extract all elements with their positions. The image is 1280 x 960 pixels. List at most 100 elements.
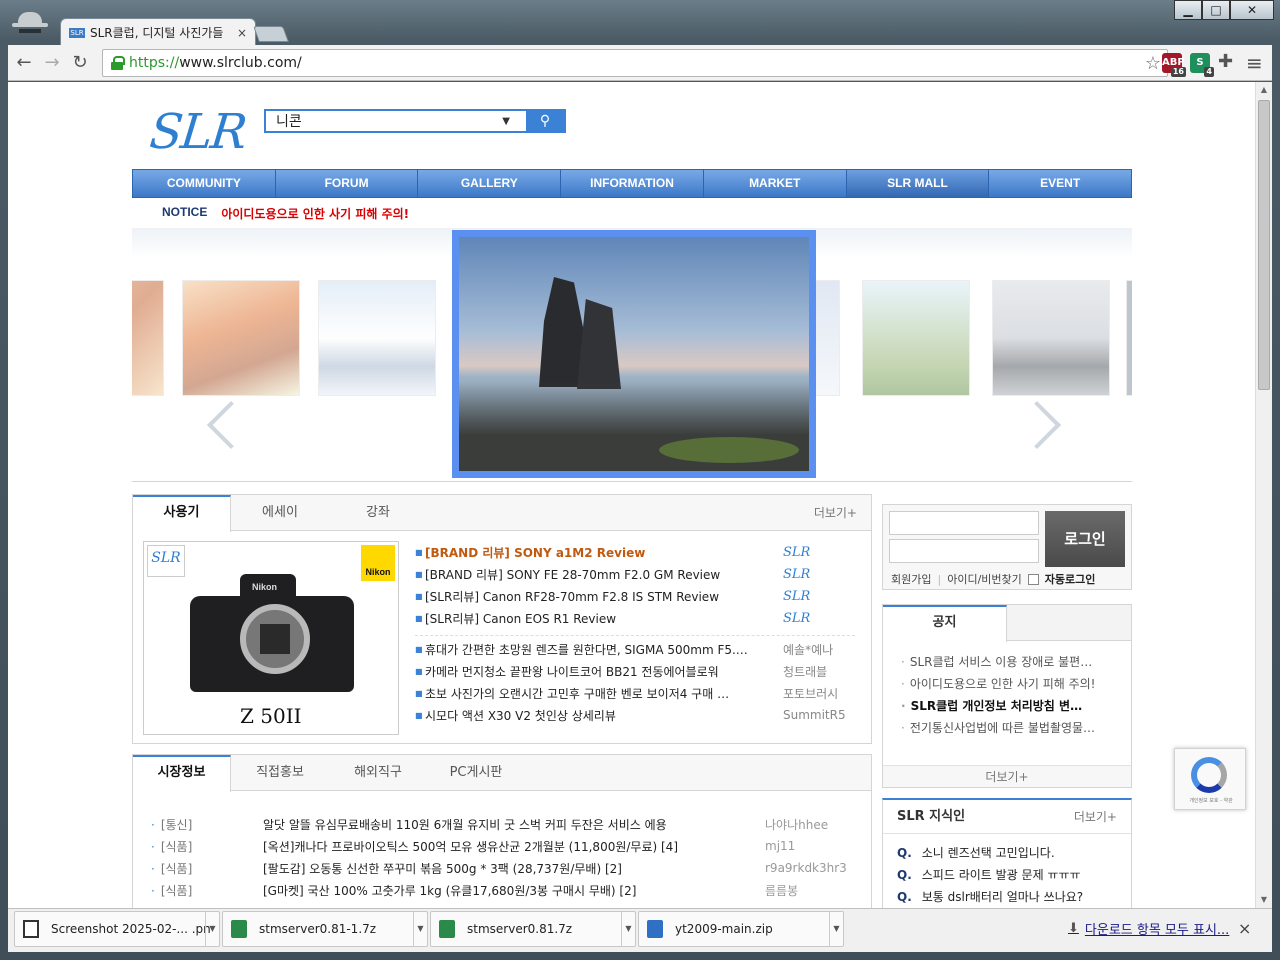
chevron-down-icon[interactable]: ▼ [413,912,427,946]
list-item-title[interactable]: 시모다 액션 X30 V2 첫인상 상세리뷰 [425,707,769,724]
address-bar[interactable]: https:// www.slrclub.com/ ☆ [102,49,1168,77]
list-item[interactable]: SLR클럽 개인정보 처리방침 변… [901,697,1121,719]
nav-gallery[interactable]: GALLERY [418,170,562,197]
search-select[interactable]: 니콘 ▼ [266,111,526,131]
list-item-title[interactable]: [SLR리뷰] Canon EOS R1 Review [425,610,769,627]
notice-more-link[interactable]: 더보기+ [883,765,1131,787]
tab-direct-promo[interactable]: 직접홍보 [231,755,329,790]
notice-link[interactable]: 아이디도용으로 인한 사기 피해 주의! [221,205,409,222]
list-item[interactable]: Q. 스피드 라이트 발광 문제 ㅠㅠㅠ [897,866,1121,888]
slider-thumbnail[interactable] [992,280,1110,396]
list-item[interactable]: ■ 카메라 먼지청소 끝판왕 나이트코어 BB21 전동에어블로워 청트래블 [415,660,855,682]
scrollbar-thumb[interactable] [1258,100,1270,390]
bookmark-star-icon[interactable]: ☆ [1145,53,1161,74]
nav-community[interactable]: COMMUNITY [133,170,276,197]
list-item[interactable]: Q. 소니 렌즈선택 고민입니다. [897,844,1121,866]
extension-adblock-icon[interactable]: ABP 16 [1162,53,1186,77]
row-author[interactable]: 나야나hhee [751,816,851,833]
table-row[interactable]: [식품][옥션]캐나다 프로바이오틱스 500억 모유 생유산균 2개월분 (1… [151,835,851,857]
nav-event[interactable]: EVENT [989,170,1131,197]
tab-essay[interactable]: 에세이 [231,495,329,530]
list-item[interactable]: SLR클럽 서비스 이용 장애로 불편… [901,653,1121,675]
list-item-author[interactable]: 예솔*예나 [769,641,855,658]
list-item-title[interactable]: 휴대가 간편한 초망원 렌즈를 원한다면, SIGMA 500mm F5.… [425,641,769,658]
join-link[interactable]: 회원가입 [891,571,931,587]
find-account-link[interactable]: 아이디/비번찾기 [947,571,1022,587]
list-item-title[interactable]: [BRAND 리뷰] SONY a1M2 Review [425,544,769,561]
forward-icon[interactable]: → [42,53,62,73]
list-item-title[interactable]: 소니 렌즈선택 고민입니다. [922,846,1055,860]
tab-overseas[interactable]: 해외직구 [329,755,427,790]
row-author[interactable]: mj11 [751,839,851,853]
username-field[interactable] [889,511,1039,535]
list-item-title[interactable]: 카메라 먼지청소 끝판왕 나이트코어 BB21 전동에어블로워 [425,663,769,680]
download-item[interactable]: yt2009-main.zip ▼ [638,911,844,947]
slider-featured-photo[interactable] [452,230,816,478]
list-item-author[interactable]: 포토브러시 [769,685,855,702]
tab-notice[interactable]: 공지 [883,605,1007,642]
nav-slr-mall[interactable]: SLR MALL [846,170,990,197]
extensions-puzzle-icon[interactable]: ✚ [1218,51,1233,72]
auto-login-label[interactable]: 자동로그인 [1045,571,1096,587]
browser-tab[interactable]: SLR SLR클럽, 디지털 사진가들 × [60,18,256,46]
scroll-up-icon[interactable]: ▲ [1256,82,1272,98]
row-author[interactable]: r9a9rkdk3hr3 [751,861,851,875]
auto-login-checkbox[interactable] [1027,573,1039,585]
row-title[interactable]: [팔도감] 오동통 신선한 쭈꾸미 볶음 500g * 3팩 (28,737원/… [263,860,751,877]
row-author[interactable]: 름름봉 [751,882,851,899]
maximize-button[interactable]: □ [1202,0,1230,20]
list-item-title[interactable]: 초보 사진가의 오랜시간 고민후 구매한 벤로 보이저4 구매 … [425,685,769,702]
extension-s-icon[interactable]: S4 [1190,53,1214,77]
list-item-title[interactable]: [BRAND 리뷰] SONY FE 28-70mm F2.0 GM Revie… [425,566,769,583]
login-button[interactable]: 로그인 [1045,511,1125,567]
list-item-title[interactable]: 스피드 라이트 발광 문제 ㅠㅠㅠ [922,868,1081,882]
list-item-title[interactable]: [SLR리뷰] Canon RF28-70mm F2.8 IS STM Revi… [425,588,769,605]
download-item[interactable]: Screenshot 2025-02-... .png ▼ [14,911,220,947]
password-field[interactable] [889,539,1039,563]
slider-prev-icon[interactable] [206,400,256,450]
slider-thumbnail[interactable] [318,280,436,396]
list-item-author[interactable]: 청트래블 [769,663,855,680]
show-all-label[interactable]: 다운로드 항목 모두 표시... [1085,919,1229,938]
slider-next-icon[interactable] [1012,400,1062,450]
list-item[interactable]: ■ 시모다 액션 X30 V2 첫인상 상세리뷰 SummitR5 [415,704,855,726]
review-more-link[interactable]: 더보기+ [814,495,857,531]
chevron-down-icon[interactable]: ▼ [621,912,635,946]
row-title[interactable]: [G마켓] 국산 100% 고춧가루 1kg (유클17,680원/3봉 구매시… [263,882,751,899]
list-item[interactable]: ■ 휴대가 간편한 초망원 렌즈를 원한다면, SIGMA 500mm F5.… 예… [415,638,855,660]
qa-more-link[interactable]: 더보기+ [1074,800,1117,834]
close-window-button[interactable]: ✕ [1230,0,1274,20]
download-bar-close-icon[interactable]: × [1238,919,1251,938]
chevron-down-icon[interactable]: ▼ [205,912,219,946]
download-item[interactable]: stmserver0.81-1.7z ▼ [222,911,428,947]
reload-icon[interactable]: ↻ [70,53,90,73]
new-tab-button[interactable] [253,26,289,42]
show-all-downloads-link[interactable]: ⬇ 다운로드 항목 모두 표시... [1068,919,1229,938]
tab-review[interactable]: 사용기 [133,495,231,532]
list-item[interactable]: ■ [SLR리뷰] Canon RF28-70mm F2.8 IS STM Rev… [415,585,855,607]
tab-market-info[interactable]: 시장정보 [133,755,231,792]
review-featured-image[interactable]: SLR Nikon Nikon Z 50II [143,541,399,735]
row-title[interactable]: 알닷 알뜰 유심무료배송비 110원 6개월 유지비 굿 스벅 커피 두잔은 서… [263,816,751,833]
slider-thumbnail[interactable] [182,280,300,396]
row-title[interactable]: [옥션]캐나다 프로바이오틱스 500억 모유 생유산균 2개월분 (11,80… [263,838,751,855]
minimize-button[interactable]: ▁ [1174,0,1202,20]
tab-pc-board[interactable]: PC게시판 [427,755,525,790]
list-item[interactable]: ■ [SLR리뷰] Canon EOS R1 Review SLR [415,607,855,629]
list-item[interactable]: ■ [BRAND 리뷰] SONY a1M2 Review SLR [415,541,855,563]
list-item-title[interactable]: 보통 dslr배터리 얼마나 쓰나요? [922,890,1083,904]
table-row[interactable]: [식품][팔도감] 오동통 신선한 쭈꾸미 볶음 500g * 3팩 (28,7… [151,857,851,879]
slider-thumbnail[interactable] [862,280,970,396]
nav-information[interactable]: INFORMATION [561,170,704,197]
nav-market[interactable]: MARKET [704,170,847,197]
browser-menu-icon[interactable]: ≡ [1246,51,1263,75]
nav-forum[interactable]: FORUM [276,170,419,197]
slider-thumbnail[interactable] [1126,280,1132,396]
site-logo[interactable]: SLR [147,104,248,160]
recaptcha-badge[interactable]: 개인정보 보호 - 약관 [1174,748,1246,810]
table-row[interactable]: [식품][G마켓] 국산 100% 고춧가루 1kg (유클17,680원/3봉… [151,879,851,901]
list-item[interactable]: ■ 초보 사진가의 오랜시간 고민후 구매한 벤로 보이저4 구매 … 포토브러시 [415,682,855,704]
list-item[interactable]: Q. 보통 dslr배터리 얼마나 쓰나요? [897,888,1121,908]
slider-thumbnail[interactable] [814,280,840,396]
list-item-author[interactable]: SummitR5 [769,708,855,722]
